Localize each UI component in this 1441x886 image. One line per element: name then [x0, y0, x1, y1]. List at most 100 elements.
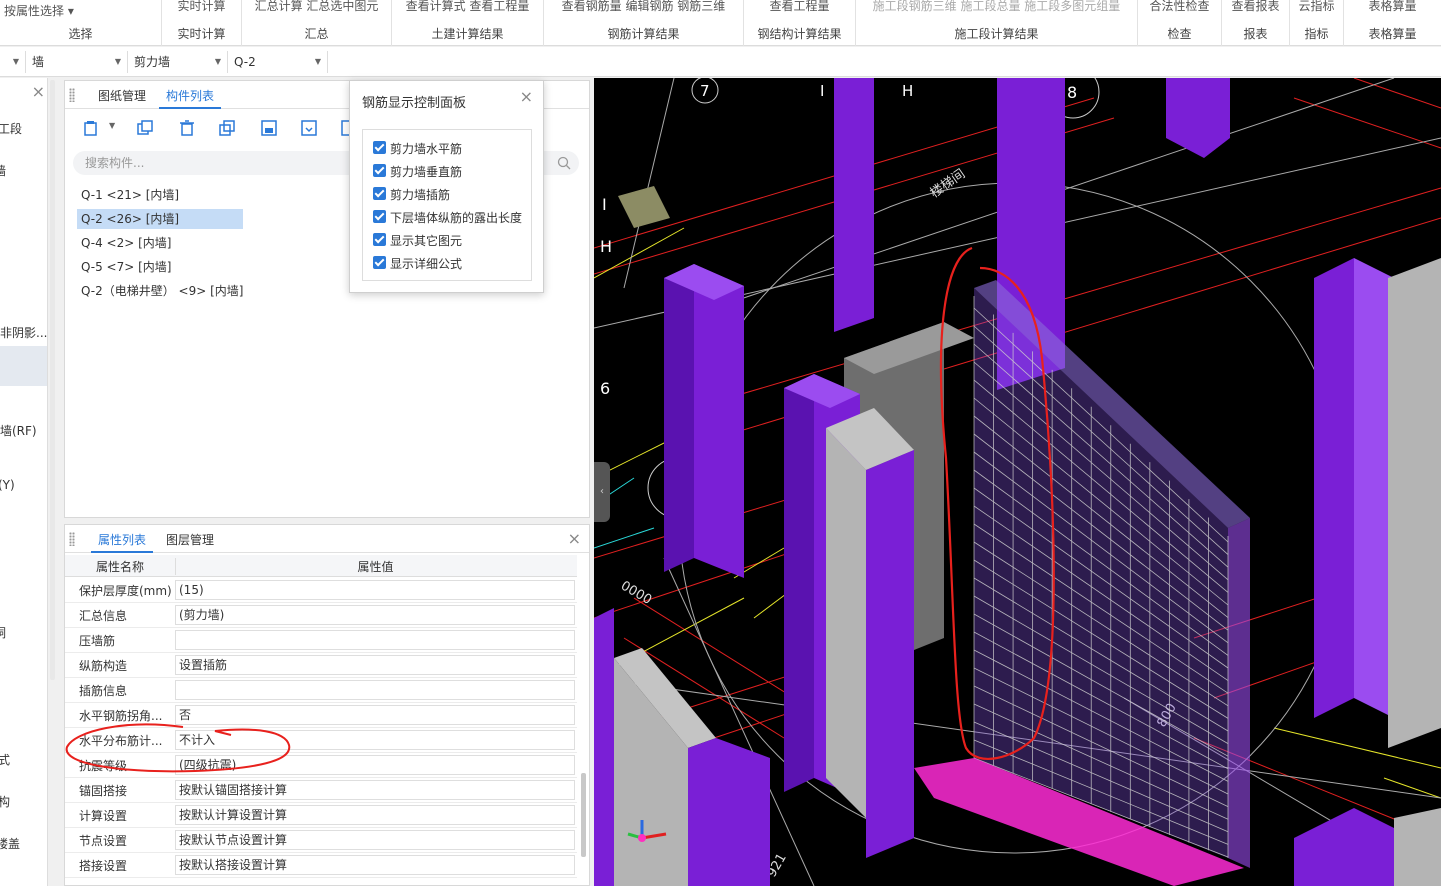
tree-item[interactable]: (Y)	[0, 478, 15, 492]
close-icon[interactable]: ×	[568, 529, 581, 548]
delete-button[interactable]	[173, 116, 199, 138]
axis-label: 7	[700, 82, 710, 100]
tree-item[interactable]: )	[0, 394, 1, 408]
property-value-input[interactable]	[175, 630, 575, 650]
checkbox-checked[interactable]	[373, 210, 386, 223]
property-value-input[interactable]: 按默认搭接设置计算	[175, 855, 575, 875]
tree-item-selected[interactable]	[0, 346, 47, 386]
property-value-input[interactable]: (15)	[175, 580, 575, 600]
ribbon-group-table[interactable]: 表格算量 表格算量	[1344, 0, 1441, 46]
tree-item[interactable]: 非阴影...	[0, 324, 47, 341]
load-icon	[301, 120, 317, 136]
tab-drawing-management[interactable]: 图纸管理	[98, 87, 146, 104]
tree-item[interactable]: 洞	[0, 624, 6, 641]
checkbox-checked[interactable]	[373, 233, 386, 246]
close-icon[interactable]: ×	[32, 82, 45, 101]
property-value-input[interactable]: 按默认锚固搭接计算	[175, 780, 575, 800]
layer-copy-button[interactable]	[213, 116, 239, 138]
ribbon-group-civil-results[interactable]: 查看计算式 查看工程量 土建计算结果	[392, 0, 544, 46]
collapse-panel-handle[interactable]: ‹	[594, 462, 610, 522]
tree-scrollbar[interactable]	[50, 80, 55, 680]
property-scrollbar[interactable]	[581, 773, 586, 857]
cloud-index-button[interactable]: 云指标	[1290, 0, 1343, 14]
tree-item[interactable]: 墙	[0, 162, 6, 179]
realtime-calc-button[interactable]: 实时计算	[162, 0, 241, 14]
tab-layer-management[interactable]: 图层管理	[166, 531, 214, 548]
type-select[interactable]: 剪力墙 ▼	[128, 51, 228, 73]
property-row[interactable]: 保护层厚度(mm) (15)	[65, 578, 577, 603]
close-icon[interactable]: ×	[520, 87, 533, 106]
property-row[interactable]: 搭接设置 按默认搭接设置计算	[65, 853, 577, 878]
ribbon-group-index[interactable]: 云指标 指标	[1290, 0, 1344, 46]
ribbon-group-stage-results[interactable]: 施工段钢筋三维 施工段总量 施工段多图元组量 施工段计算结果	[856, 0, 1138, 46]
tree-item[interactable]: )	[0, 506, 1, 520]
tree-item[interactable]: 工段	[0, 120, 22, 137]
component-select[interactable]: Q-2 ▼	[228, 51, 328, 73]
view-report-button[interactable]: 查看报表	[1222, 0, 1289, 14]
tree-item[interactable]: )	[0, 450, 1, 464]
property-value-input[interactable]: (剪力墙)	[175, 605, 575, 625]
ribbon-group-label: 施工段计算结果	[954, 27, 1039, 41]
tree-item[interactable]: 墙(RF)	[0, 422, 37, 439]
save-template-button[interactable]	[255, 116, 281, 138]
chevron-down-icon[interactable]: ▼	[109, 121, 115, 130]
select-by-attribute-button[interactable]: 按属性选择 ▾	[0, 2, 161, 19]
load-template-button[interactable]	[295, 116, 321, 138]
table-calc-button[interactable]: 表格算量	[1344, 0, 1441, 14]
property-value-input[interactable]: 设置插筋	[175, 655, 575, 675]
3d-viewport[interactable]: 7 I H 8 I H 6 楼梯间 0000 800 921 ‹	[594, 78, 1441, 886]
3d-scene[interactable]: 7 I H 8 I H 6 楼梯间 0000 800 921	[594, 78, 1441, 886]
ribbon-group-steel-results[interactable]: 查看工程量 钢结构计算结果	[744, 0, 856, 46]
view-rebar-button[interactable]: 查看钢筋量 编辑钢筋 钢筋三维	[544, 0, 743, 14]
tree-item[interactable]: 楼盖	[0, 835, 20, 852]
drag-handle-icon[interactable]	[69, 532, 75, 546]
selector-bar: ▼ 墙 ▼ 剪力墙 ▼ Q-2 ▼	[0, 47, 1441, 77]
property-value-input[interactable]: 按默认计算设置计算	[175, 805, 575, 825]
component-item[interactable]: Q-2（电梯井壁） <9> [内墙]	[77, 281, 247, 301]
new-component-button[interactable]	[77, 116, 103, 138]
ribbon-group-report[interactable]: 查看报表 报表	[1222, 0, 1290, 46]
summary-calc-button[interactable]: 汇总计算 汇总选中图元	[242, 0, 391, 14]
ribbon-group-rebar-results[interactable]: 查看钢筋量 编辑钢筋 钢筋三维 钢筋计算结果	[544, 0, 744, 46]
stage-rebar-button[interactable]: 施工段钢筋三维 施工段总量 施工段多图元组量	[856, 0, 1137, 14]
ribbon-group-check[interactable]: 合法性检查 检查	[1138, 0, 1222, 46]
tree-item[interactable]: )	[0, 296, 1, 310]
component-item[interactable]: Q-1 <21> [内墙]	[77, 185, 183, 205]
property-list-panel: 属性列表 图层管理 × 属性名称 属性值 保护层厚度(mm) (15) 汇总信息 (剪…	[64, 524, 590, 886]
property-value-input[interactable]	[175, 680, 575, 700]
checkbox-checked[interactable]	[373, 187, 386, 200]
drag-handle-icon[interactable]	[69, 88, 75, 102]
property-row[interactable]: 锚固搭接 按默认锚固搭接计算	[65, 778, 577, 803]
ribbon-group-realtime[interactable]: 实时计算 实时计算	[162, 0, 242, 46]
view-quantity-button[interactable]: 查看工程量	[744, 0, 855, 14]
view-calc-formula-button[interactable]: 查看计算式 查看工程量	[392, 0, 543, 14]
category-select[interactable]: 墙 ▼	[26, 51, 128, 73]
tree-item[interactable]: 式	[0, 751, 10, 768]
component-item-selected[interactable]: Q-2 <26> [内墙]	[77, 209, 243, 229]
floor-select[interactable]: ▼	[0, 51, 26, 73]
copy-button[interactable]	[131, 116, 157, 138]
property-row[interactable]: 计算设置 按默认计算设置计算	[65, 803, 577, 828]
ribbon-group-label: 选择	[68, 27, 93, 41]
property-row[interactable]: 汇总信息 (剪力墙)	[65, 603, 577, 628]
property-row[interactable]: 插筋信息	[65, 678, 577, 703]
tab-property-list[interactable]: 属性列表	[98, 531, 146, 548]
checkbox-checked[interactable]	[373, 256, 386, 269]
property-row[interactable]: 节点设置 按默认节点设置计算	[65, 828, 577, 853]
ribbon-group-select[interactable]: 按属性选择 ▾ 选择	[0, 0, 162, 46]
component-item[interactable]: Q-5 <7> [内墙]	[77, 257, 175, 277]
ribbon-group-summary[interactable]: 汇总计算 汇总选中图元 汇总	[242, 0, 392, 46]
checkbox-checked[interactable]	[373, 164, 386, 177]
ribbon-group-label: 指标	[1304, 27, 1329, 41]
legality-check-button[interactable]: 合法性检查	[1138, 0, 1221, 14]
tab-component-list[interactable]: 构件列表	[166, 87, 214, 104]
component-item[interactable]: Q-4 <2> [内墙]	[77, 233, 175, 253]
ribbon-group-label: 实时计算	[177, 27, 226, 41]
property-row[interactable]: 压墙筋	[65, 628, 577, 653]
property-value-input[interactable]: 按默认节点设置计算	[175, 830, 575, 850]
checkbox-checked[interactable]	[373, 141, 386, 154]
tree-item[interactable]: )	[0, 268, 1, 282]
tree-item[interactable]: 构	[0, 793, 10, 810]
property-name: 锚固搭接	[79, 784, 128, 798]
property-row[interactable]: 纵筋构造 设置插筋	[65, 653, 577, 678]
